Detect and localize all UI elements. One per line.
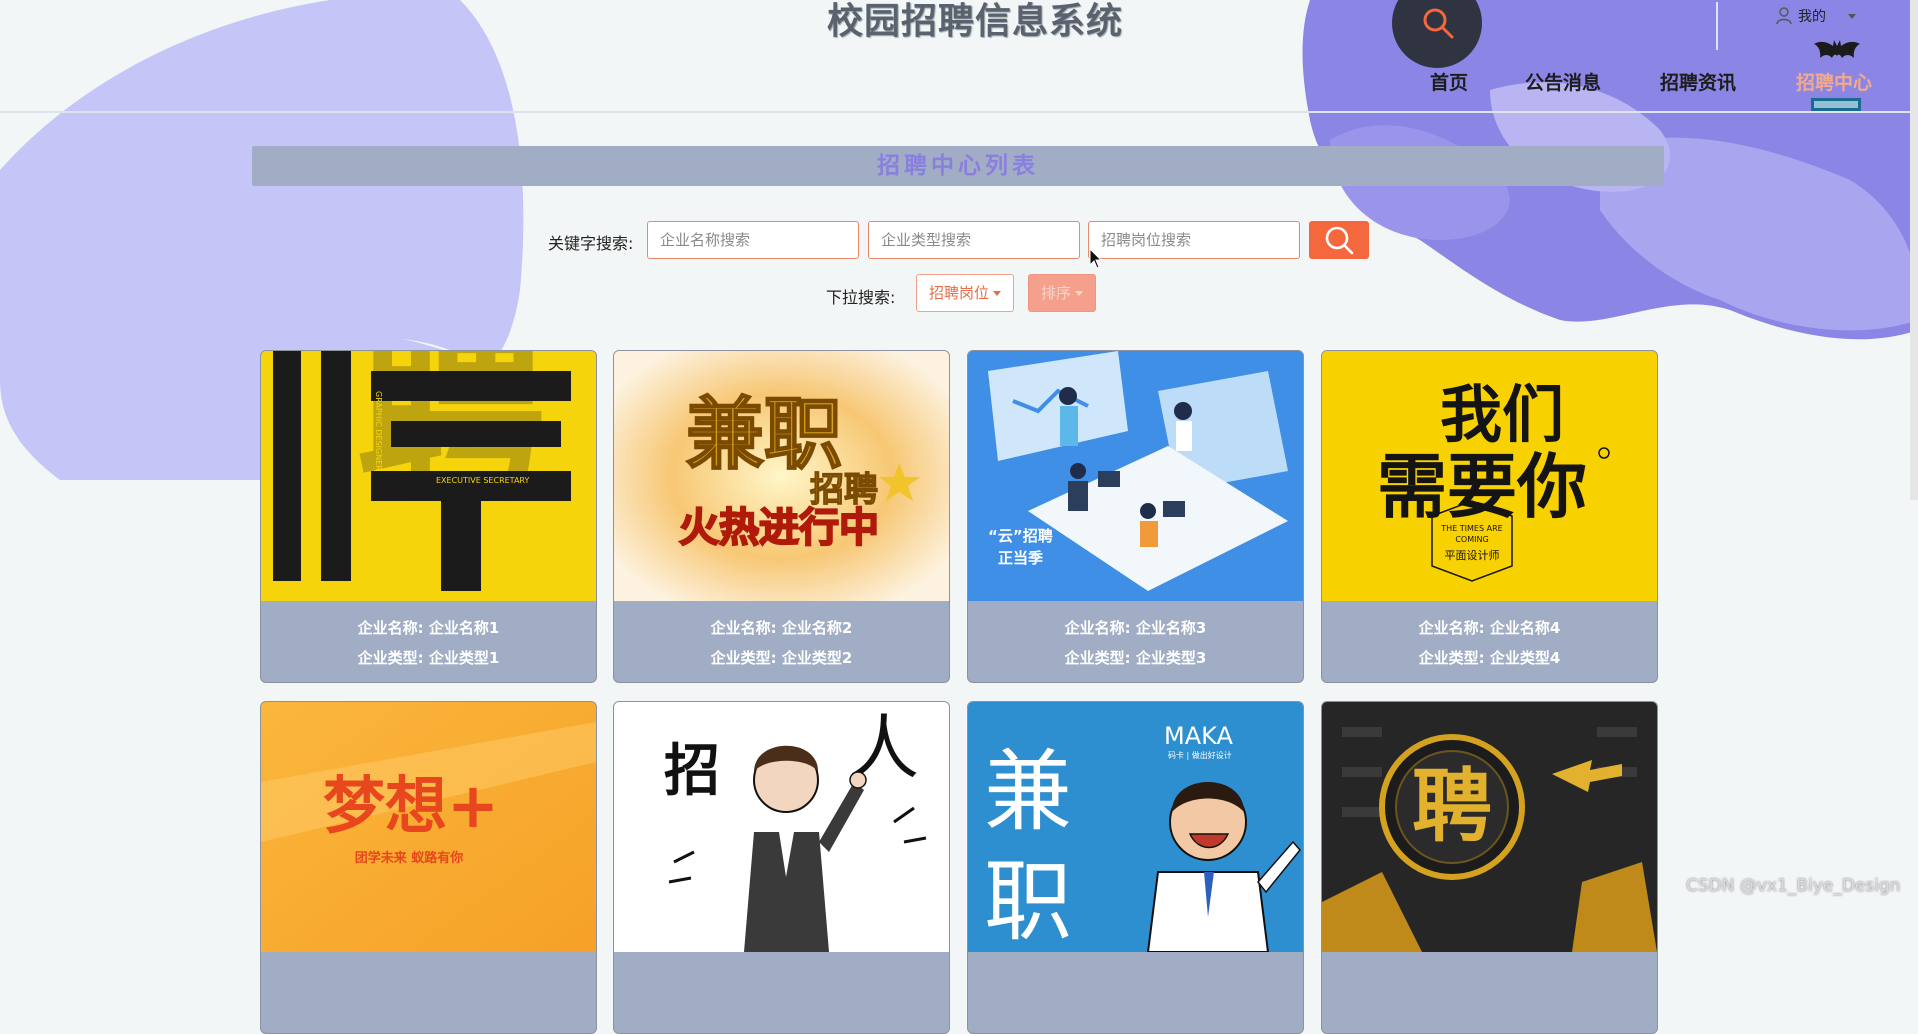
card-company-name: 企业名称: 企业名称2 (710, 619, 853, 637)
card-poster-5: 梦想+ 团学未来 蚁路有你 (261, 702, 596, 952)
card-poster-1: 聘 GRAPHIC DESIGNER EXECUTIVE SECRETARY J… (261, 351, 596, 601)
position-dropdown[interactable]: 招聘岗位 (916, 274, 1015, 312)
mouse-cursor-icon (1089, 248, 1103, 269)
sort-dropdown[interactable]: 排序 (1028, 274, 1097, 312)
card-info: 企业名称: 企业名称1 企业类型: 企业类型1 (261, 613, 596, 673)
position-dropdown-label: 招聘岗位 (929, 284, 990, 302)
card-image: “云”招聘 正当季 (968, 351, 1303, 601)
sort-dropdown-label: 排序 (1041, 284, 1072, 302)
card-poster-2: 兼职 招聘 火热进行中 (614, 351, 949, 601)
svg-text:正当季: 正当季 (998, 549, 1043, 567)
card-company-name: 企业名称: 企业名称4 (1418, 619, 1561, 637)
card-company-type: 企业类型: 企业类型4 (1418, 649, 1561, 667)
company-type-search-input[interactable] (868, 221, 1080, 259)
card-company-name: 企业名称: 企业名称3 (1064, 619, 1207, 637)
site-title: 校园招聘信息系统 (826, 1, 1123, 42)
card-company-type: 企业类型: 企业类型3 (1064, 649, 1207, 667)
recruitment-card[interactable]: MAKA 码卡 | 做出好设计 兼 职 (967, 701, 1304, 1034)
card-image: 聘 GRAPHIC DESIGNER EXECUTIVE SECRETARY J… (261, 351, 596, 601)
card-company-name: 企业名称: 企业名称1 (357, 619, 500, 637)
svg-text:JOIN US: JOIN US (375, 515, 390, 566)
card-image: 聘 (1322, 702, 1657, 952)
svg-text:兼: 兼 (984, 740, 1072, 843)
card-info: 企业名称: 企业名称3 企业类型: 企业类型3 (968, 613, 1303, 673)
svg-text:火热进行中: 火热进行中 (679, 505, 879, 551)
card-poster-4: 我们 需要你 THE TIMES ARE COMING 平面设计师 (1322, 351, 1657, 601)
svg-text:平面设计师: 平面设计师 (1445, 549, 1500, 562)
chevron-down-icon (993, 290, 1002, 296)
header-separator (1716, 2, 1718, 50)
site-header: 校园招聘信息系统 我的 首页 公告消息 招聘资讯 招聘中心 (0, 0, 1918, 113)
recruitment-card[interactable]: 聘 GRAPHIC DESIGNER EXECUTIVE SECRETARY J… (260, 350, 597, 683)
recruitment-card[interactable]: 兼职 招聘 火热进行中 企业名称: 企业名称2 企业类型: 企业类型2 (613, 350, 950, 683)
keyword-search-row: 关键字搜索: (0, 221, 1918, 261)
svg-text:招: 招 (664, 738, 720, 804)
card-poster-8: 聘 (1322, 702, 1657, 952)
watermark: CSDN @vx1_Biye_Design (1686, 876, 1901, 896)
svg-text:EXECUTIVE SECRETARY: EXECUTIVE SECRETARY (436, 476, 529, 485)
card-image: 招 人 (614, 702, 949, 952)
chevron-down-icon (1075, 290, 1084, 296)
svg-text:梦想+: 梦想+ (323, 769, 499, 842)
card-image: 梦想+ 团学未来 蚁路有你 (261, 702, 596, 952)
recruitment-card[interactable]: 聘 (1321, 701, 1658, 1034)
nav-item-recruitment-news[interactable]: 招聘资讯 (1660, 68, 1736, 95)
svg-text:需要你: 需要你 (1377, 445, 1587, 528)
recruitment-card[interactable]: 我们 需要你 THE TIMES ARE COMING 平面设计师 企业名称: … (1321, 350, 1658, 683)
card-image: 我们 需要你 THE TIMES ARE COMING 平面设计师 (1322, 351, 1657, 601)
chevron-down-icon (1848, 13, 1856, 19)
page-title: 招聘中心列表 (252, 146, 1664, 186)
card-info: 企业名称: 企业名称2 企业类型: 企业类型2 (614, 613, 949, 673)
nav-item-home[interactable]: 首页 (1430, 68, 1468, 95)
card-company-type: 企业类型: 企业类型1 (357, 649, 500, 667)
user-icon (1776, 7, 1792, 25)
card-poster-3: “云”招聘 正当季 (968, 351, 1303, 601)
dropdown-search-row: 下拉搜索: 招聘岗位 排序 (0, 274, 1918, 314)
svg-text:我们: 我们 (1440, 378, 1564, 451)
svg-text:招聘: 招聘 (810, 470, 878, 510)
nav-active-indicator (1811, 98, 1861, 111)
recruitment-card[interactable]: 招 人 (613, 701, 950, 1034)
keyword-search-label: 关键字搜索: (548, 234, 634, 253)
card-poster-6: 招 人 (614, 702, 949, 952)
nav-item-announcements[interactable]: 公告消息 (1525, 68, 1601, 95)
card-image: 兼职 招聘 火热进行中 (614, 351, 949, 601)
svg-text:码卡 | 做出好设计: 码卡 | 做出好设计 (1168, 750, 1232, 760)
svg-text:聘: 聘 (1412, 760, 1492, 853)
svg-text:MAKA: MAKA (1164, 722, 1233, 750)
user-menu[interactable]: 我的 (1776, 5, 1856, 27)
card-image: MAKA 码卡 | 做出好设计 兼 职 (968, 702, 1303, 952)
svg-text:职: 职 (984, 850, 1072, 952)
svg-text:GRAPHIC DESIGNER: GRAPHIC DESIGNER (374, 391, 383, 471)
svg-text:团学未来 蚁路有你: 团学未来 蚁路有你 (355, 850, 464, 866)
search-button[interactable] (1309, 221, 1369, 259)
svg-text:兼职: 兼职 (686, 390, 842, 480)
svg-text:THE TIMES ARE: THE TIMES ARE (1440, 524, 1502, 533)
search-icon (1325, 226, 1354, 255)
header-search-button[interactable] (1392, 0, 1482, 68)
nav-item-recruitment-center[interactable]: 招聘中心 (1796, 68, 1872, 95)
company-name-search-input[interactable] (647, 221, 859, 259)
search-icon (1423, 8, 1454, 39)
scrollbar[interactable] (1910, 0, 1918, 500)
header-divider (0, 111, 1918, 113)
bat-icon (1814, 40, 1860, 58)
position-search-input[interactable] (1088, 221, 1300, 259)
svg-text:“云”招聘: “云”招聘 (988, 527, 1053, 545)
recruitment-card[interactable]: “云”招聘 正当季 企业名称: 企业名称3 企业类型: 企业类型3 (967, 350, 1304, 683)
svg-text:COMING: COMING (1455, 535, 1488, 544)
card-info: 企业名称: 企业名称4 企业类型: 企业类型4 (1322, 613, 1657, 673)
recruitment-card[interactable]: 梦想+ 团学未来 蚁路有你 (260, 701, 597, 1034)
card-company-type: 企业类型: 企业类型2 (710, 649, 853, 667)
svg-text:聘: 聘 (356, 351, 546, 526)
card-poster-7: MAKA 码卡 | 做出好设计 兼 职 (968, 702, 1303, 952)
user-menu-label: 我的 (1798, 9, 1826, 25)
dropdown-search-label: 下拉搜索: (826, 288, 896, 307)
